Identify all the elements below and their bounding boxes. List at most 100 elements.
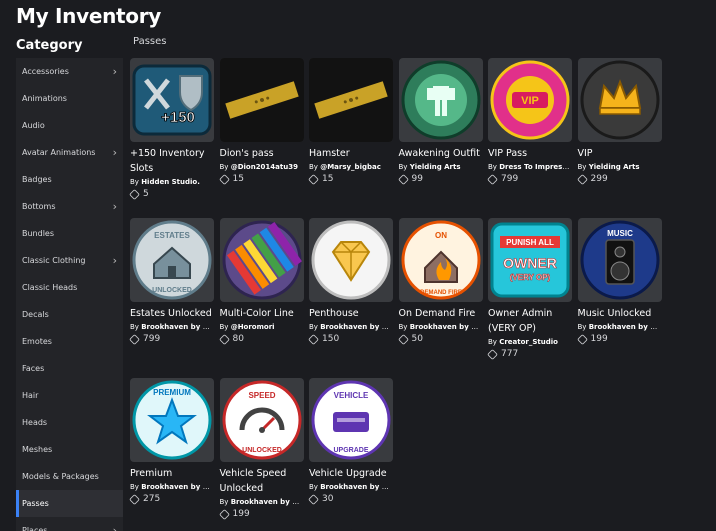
robux-icon (218, 508, 230, 520)
item-name[interactable]: VIP (578, 146, 662, 161)
item-creator[interactable]: By Brookhaven by V... (130, 483, 214, 491)
creator-name[interactable]: Brookhaven by V... (141, 323, 214, 331)
item-creator[interactable]: By Brookhaven by V... (399, 323, 483, 331)
item-name[interactable]: Vehicle Upgrade (309, 466, 393, 481)
item-name[interactable]: Premium (130, 466, 214, 481)
item-name[interactable]: Dion's pass (220, 146, 304, 161)
item-creator[interactable]: By Brookhaven by V... (130, 323, 214, 331)
sidebar-item-faces[interactable]: Faces (16, 355, 123, 382)
item-name[interactable]: VIP Pass (488, 146, 572, 161)
sidebar-item-bottoms[interactable]: Bottoms › (16, 193, 123, 220)
inventory-item-card[interactable]: VEHICLE UPGRADE Vehicle Upgrade By Brookhav… (308, 378, 393, 505)
sidebar-item-hair[interactable]: Hair (16, 382, 123, 409)
house-fire-icon[interactable]: ON DEMAND FIRE (398, 218, 483, 302)
premium-star-icon[interactable]: PREMIUM (130, 378, 214, 462)
item-creator[interactable]: By Creator_Studio (488, 338, 572, 346)
item-creator[interactable]: By Hidden Studio. (130, 178, 214, 186)
creator-name[interactable]: Brookhaven by V... (320, 323, 393, 331)
inventory-item-card[interactable]: VIP By Yielding Arts 299 (576, 58, 662, 185)
inventory-item-card[interactable]: ON DEMAND FIRE On Demand Fire By Brookhaven… (397, 218, 483, 345)
item-name[interactable]: On Demand Fire (399, 306, 483, 321)
estates-house-icon[interactable]: ESTATES UNLOCKED (130, 218, 214, 302)
gold-ticket-icon[interactable] (219, 58, 304, 142)
awakening-aura-icon[interactable] (398, 58, 483, 142)
creator-name[interactable]: Brookhaven by V... (320, 483, 393, 491)
inventory-item-card[interactable]: ESTATES UNLOCKED Estates Unlocked By Brookh… (129, 218, 214, 345)
creator-name[interactable]: @Marsy_bigbac (320, 163, 381, 171)
sidebar-item-classic-clothing[interactable]: Classic Clothing › (16, 247, 123, 274)
vip-crown-icon[interactable] (577, 58, 662, 142)
creator-name[interactable]: Brookhaven by V... (231, 498, 304, 506)
item-name[interactable]: Estates Unlocked (130, 306, 214, 321)
inventory-item-card[interactable]: Multi-Color Line By @Horomori 80 (218, 218, 304, 345)
inventory-item-card[interactable]: PREMIUM Premium By Brookhaven by V... 275 (129, 378, 214, 505)
item-name[interactable]: Music Unlocked (578, 306, 662, 321)
vip-badge-icon[interactable]: VIP (488, 58, 572, 142)
creator-name[interactable]: Yielding Arts (410, 163, 461, 171)
inventory-item-card[interactable]: SPEED UNLOCKED Vehicle Speed Unlocked By Br… (218, 378, 304, 520)
sidebar-item-accessories[interactable]: Accessories › (16, 58, 123, 85)
inventory-150-icon[interactable]: +150 (130, 58, 214, 142)
item-creator[interactable]: By Brookhaven by V... (220, 498, 304, 506)
item-creator[interactable]: By Dress To Impress ... (488, 163, 572, 171)
speaker-icon[interactable]: MUSIC (577, 218, 662, 302)
inventory-item-card[interactable]: MUSIC Music Unlocked By Brookhaven by V...… (576, 218, 662, 345)
item-creator[interactable]: By Brookhaven by V... (309, 483, 393, 491)
creator-name[interactable]: Creator_Studio (499, 338, 558, 346)
item-name[interactable]: Owner Admin (VERY OP) (488, 306, 572, 336)
inventory-item-card[interactable]: Hamster By @Marsy_bigbac 15 (308, 58, 393, 185)
inventory-item-card[interactable]: Penthouse By Brookhaven by V... 150 (308, 218, 393, 345)
creator-name[interactable]: @Horomori (231, 323, 275, 331)
multicolor-lines-icon[interactable] (219, 218, 304, 302)
item-name[interactable]: Awakening Outfit (399, 146, 483, 161)
creator-name[interactable]: @Dion2014atu39 (231, 163, 298, 171)
inventory-item-card[interactable]: VIP VIP Pass By Dress To Impress ... 799 (487, 58, 572, 185)
owner-admin-icon[interactable]: PUNISH ALL OWNER (VERY OP) (488, 218, 572, 302)
item-name[interactable]: Hamster (309, 146, 393, 161)
svg-text:(VERY OP): (VERY OP) (510, 273, 551, 282)
speedometer-icon[interactable]: SPEED UNLOCKED (219, 378, 304, 462)
creator-name[interactable]: Brookhaven by V... (589, 323, 662, 331)
item-creator[interactable]: By Brookhaven by V... (309, 323, 393, 331)
creator-name[interactable]: Hidden Studio. (141, 178, 200, 186)
creator-name[interactable]: Brookhaven by V... (410, 323, 483, 331)
sidebar-item-animations[interactable]: Animations (16, 85, 123, 112)
item-creator[interactable]: By Yielding Arts (399, 163, 483, 171)
inventory-item-card[interactable]: Dion's pass By @Dion2014atu39 15 (218, 58, 304, 185)
item-creator[interactable]: By @Marsy_bigbac (309, 163, 393, 171)
sidebar-item-meshes[interactable]: Meshes (16, 436, 123, 463)
svg-text:VIP: VIP (521, 95, 539, 107)
sidebar-item-emotes[interactable]: Emotes (16, 328, 123, 355)
sidebar-item-heads[interactable]: Heads (16, 409, 123, 436)
creator-name[interactable]: Brookhaven by V... (141, 483, 214, 491)
inventory-item-card[interactable]: PUNISH ALL OWNER (VERY OP) Owner Admin (VER… (487, 218, 572, 360)
sidebar-item-label: Classic Clothing (22, 256, 86, 265)
vehicle-upgrade-icon[interactable]: VEHICLE UPGRADE (309, 378, 393, 462)
robux-icon (129, 333, 140, 345)
sidebar-item-classic-heads[interactable]: Classic Heads (16, 274, 123, 301)
sidebar-item-badges[interactable]: Badges (16, 166, 123, 193)
inventory-item-card[interactable]: +150 +150 Inventory Slots By Hidden Studio… (129, 58, 214, 200)
item-name[interactable]: +150 Inventory Slots (130, 146, 214, 176)
inventory-item-card[interactable]: Awakening Outfit By Yielding Arts 99 (397, 58, 483, 185)
sidebar-item-places[interactable]: Places › (16, 517, 123, 531)
sidebar-item-passes[interactable]: Passes (16, 490, 123, 517)
item-name[interactable]: Vehicle Speed Unlocked (220, 466, 304, 496)
creator-name[interactable]: Yielding Arts (589, 163, 640, 171)
sidebar-item-models-packages[interactable]: Models & Packages (16, 463, 123, 490)
sidebar-item-label: Accessories (22, 67, 69, 76)
gold-ticket-icon[interactable] (309, 58, 393, 142)
diamond-icon[interactable] (309, 218, 393, 302)
item-creator[interactable]: By Yielding Arts (578, 163, 662, 171)
item-creator[interactable]: By Brookhaven by V... (578, 323, 662, 331)
sidebar-item-avatar-animations[interactable]: Avatar Animations › (16, 139, 123, 166)
item-price: 99 (397, 173, 483, 185)
sidebar-item-decals[interactable]: Decals (16, 301, 123, 328)
sidebar-item-bundles[interactable]: Bundles (16, 220, 123, 247)
item-creator[interactable]: By @Horomori (220, 323, 304, 331)
item-creator[interactable]: By @Dion2014atu39 (220, 163, 304, 171)
item-name[interactable]: Multi-Color Line (220, 306, 304, 321)
sidebar-item-audio[interactable]: Audio (16, 112, 123, 139)
creator-name[interactable]: Dress To Impress ... (499, 163, 572, 171)
item-name[interactable]: Penthouse (309, 306, 393, 321)
